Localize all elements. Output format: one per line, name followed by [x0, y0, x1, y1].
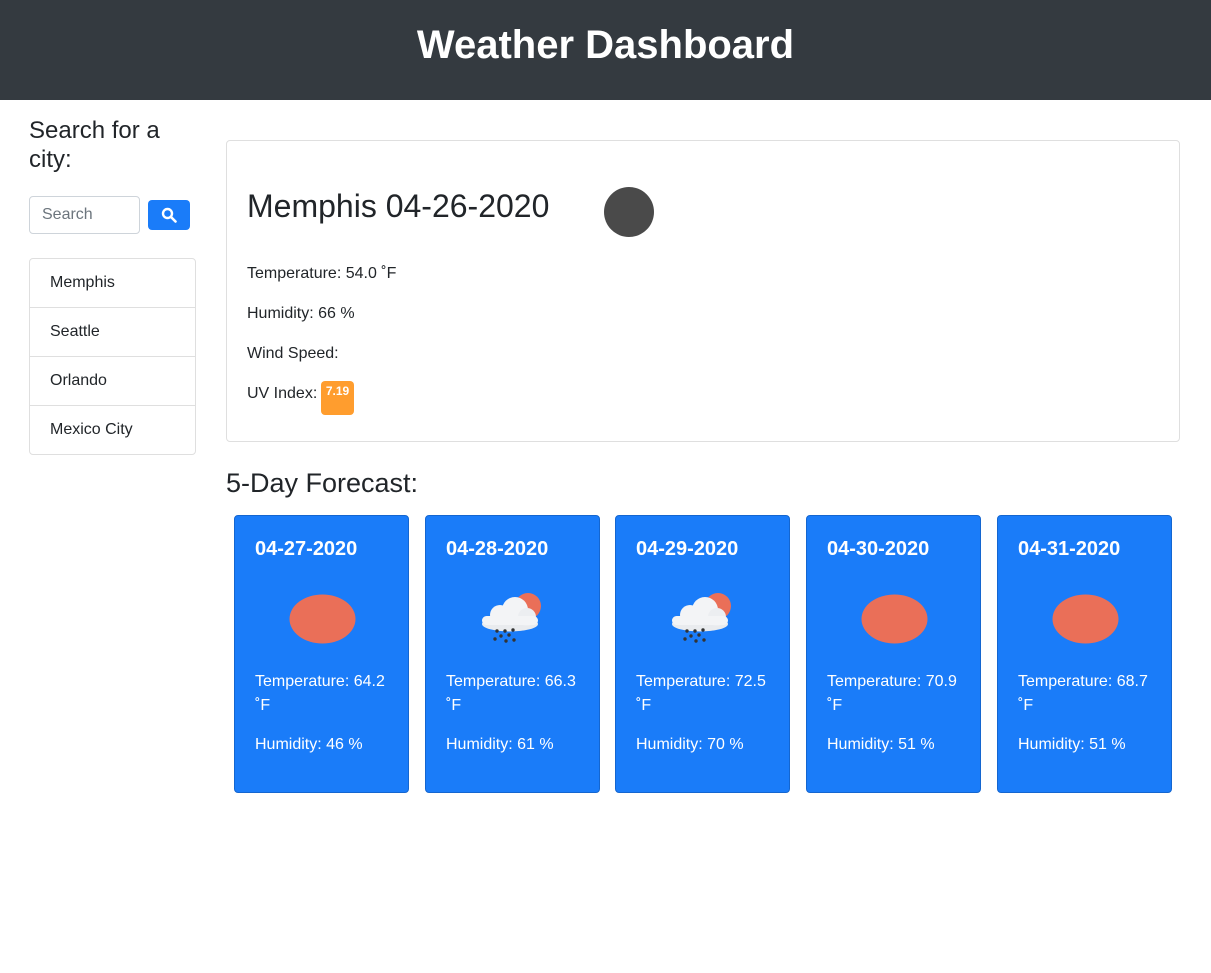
search-input[interactable] [29, 196, 140, 234]
search-icon [161, 207, 177, 223]
current-uv-label: UV Index: [247, 385, 318, 402]
forecast-card: 04-27-2020 Temperature: 64.2 ˚F Humidity… [234, 515, 409, 793]
current-wind-speed: Wind Speed: [247, 345, 339, 362]
current-temperature: Temperature: 54.0 ˚F [247, 265, 397, 282]
forecast-date: 04-27-2020 [255, 538, 358, 560]
current-city-title: Memphis 04-26-2020 [247, 188, 550, 224]
forecast-temperature: Temperature: 64.2 ˚F [255, 673, 385, 714]
current-humidity: Humidity: 66 % [247, 305, 355, 322]
city-item-seattle[interactable]: Seattle [30, 307, 195, 356]
forecast-temperature: Temperature: 72.5 ˚F [636, 673, 766, 714]
forecast-humidity: Humidity: 61 % [446, 736, 554, 753]
forecast-date: 04-28-2020 [446, 538, 549, 560]
forecast-humidity: Humidity: 46 % [255, 736, 363, 753]
forecast-card: 04-31-2020 Temperature: 68.7 ˚F Humidity… [997, 515, 1172, 793]
uv-index-badge: 7.19 [321, 381, 354, 415]
forecast-temperature: Temperature: 70.9 ˚F [827, 673, 957, 714]
search-title: Search for a city: [29, 117, 160, 173]
forecast-humidity: Humidity: 70 % [636, 736, 744, 753]
forecast-card: 04-29-2020 Temperature: 72.5 ˚F Humidity… [615, 515, 790, 793]
page-title: Weather Dashboard [416, 23, 795, 67]
forecast-temperature: Temperature: 66.3 ˚F [446, 673, 576, 714]
forecast-date: 04-29-2020 [636, 538, 739, 560]
city-item-orlando[interactable]: Orlando [30, 356, 195, 405]
sun-icon [289, 594, 356, 644]
city-item-mexico-city[interactable]: Mexico City [30, 405, 195, 454]
rain-cloud-sun-icon [672, 593, 731, 643]
forecast-humidity: Humidity: 51 % [1018, 736, 1126, 753]
sun-icon [1052, 594, 1119, 644]
forecast-temperature: Temperature: 68.7 ˚F [1018, 673, 1148, 714]
forecast-humidity: Humidity: 51 % [827, 736, 935, 753]
forecast-date: 04-30-2020 [827, 538, 930, 560]
forecast-card: 04-28-2020 Temperature: 66.3 ˚F Humidity… [425, 515, 600, 793]
current-weather-icon [604, 187, 654, 237]
search-button[interactable] [148, 200, 190, 230]
forecast-date: 04-31-2020 [1018, 538, 1121, 560]
current-weather-card: Memphis 04-26-2020 Temperature: 54.0 ˚F … [226, 140, 1180, 442]
rain-cloud-sun-icon [482, 593, 541, 643]
city-history-list: Memphis Seattle Orlando Mexico City [29, 258, 196, 455]
forecast-card: 04-30-2020 Temperature: 70.9 ˚F Humidity… [806, 515, 981, 793]
forecast-title: 5-Day Forecast: [226, 468, 419, 498]
header-bar: Weather Dashboard [0, 0, 1211, 100]
city-item-memphis[interactable]: Memphis [30, 259, 195, 307]
sun-icon [861, 594, 928, 644]
